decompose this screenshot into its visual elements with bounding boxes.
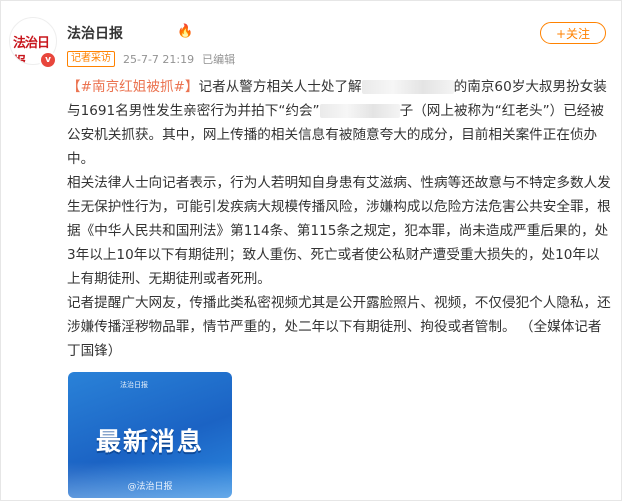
- redacted-blur: [361, 80, 454, 94]
- post-timestamp[interactable]: 25-7-7 21:19: [123, 53, 194, 66]
- thumbnail-watermark: @法治日报: [127, 482, 173, 492]
- thumbnail-logo: 法治日报: [120, 381, 148, 389]
- post-paragraph-3: 记者提醒广大网友，传播此类私密视频尤其是公开露脸照片、视频，不仅侵犯个人隐私，还…: [67, 295, 611, 359]
- verified-badge-icon: v: [39, 51, 57, 69]
- post-meta: 记者采访 25-7-7 21:19 已编辑: [67, 51, 235, 67]
- media-thumbnail[interactable]: 法治日报 最新消息 @法治日报: [68, 372, 232, 498]
- post-text-1a: 记者从警方相关人士处了解: [198, 79, 362, 95]
- follow-button[interactable]: +关注: [540, 22, 606, 44]
- post-tag[interactable]: 记者采访: [67, 51, 115, 67]
- hashtag-link[interactable]: 【#南京红姐被抓#】: [67, 79, 199, 95]
- thumbnail-title: 最新消息: [95, 427, 204, 456]
- redacted-blur: [319, 104, 400, 118]
- post-paragraph-2: 相关法律人士向记者表示，行为人若明知自身患有艾滋病、性病等还故意与不特定多数人发…: [67, 175, 611, 287]
- edited-status[interactable]: 已编辑: [202, 51, 235, 67]
- post-paragraph-1: 【#南京红姐被抓#】记者从警方相关人士处了解 的南京60岁大叔男扮女装与1691名…: [67, 75, 612, 171]
- weibo-post-card: 法治日报 v 法治日报 🔥 记者采访 25-7-7 21:19 已编辑 +关注 …: [0, 0, 622, 501]
- account-name[interactable]: 法治日报: [67, 23, 123, 43]
- flame-icon: 🔥: [177, 24, 194, 39]
- post-body: 【#南京红姐被抓#】记者从警方相关人士处了解 的南京60岁大叔男扮女装与1691名…: [67, 75, 612, 363]
